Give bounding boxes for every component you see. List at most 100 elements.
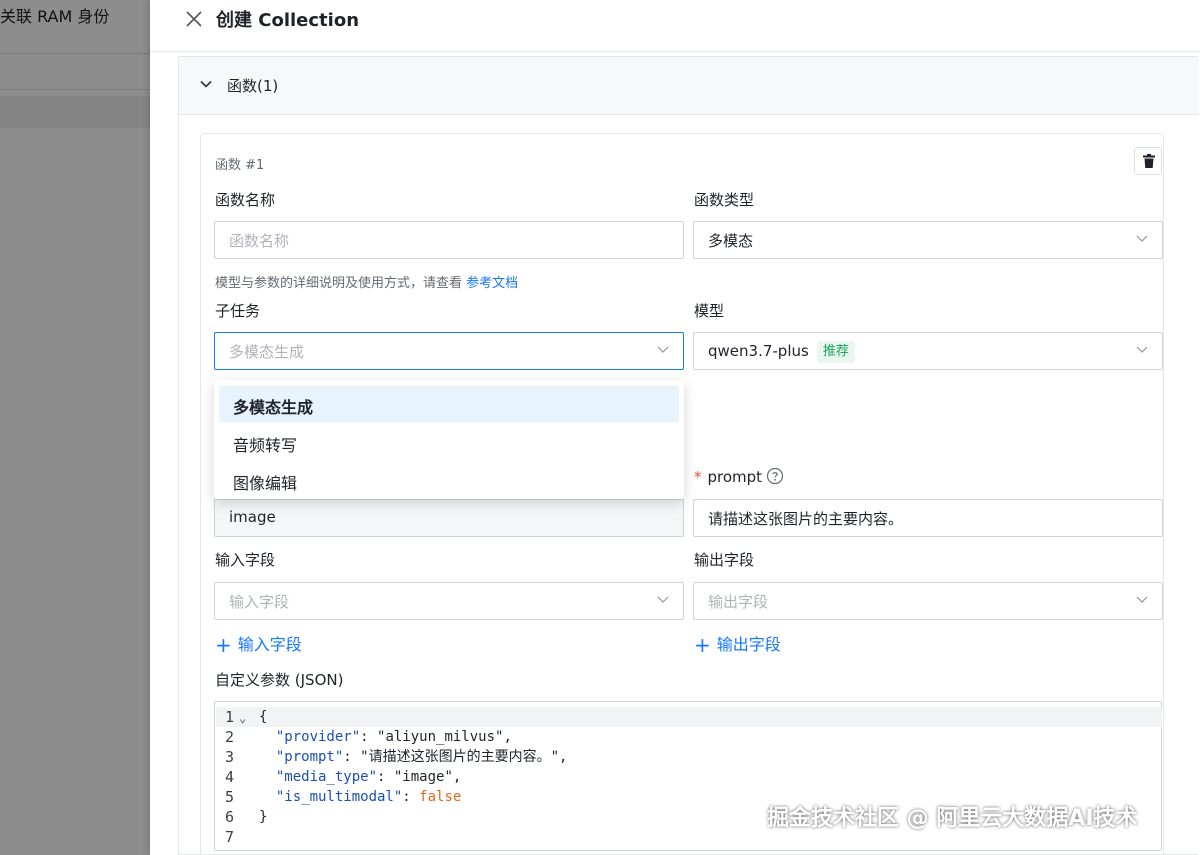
function-name-placeholder: 函数名称 [229,232,290,250]
json-string: "image" [393,769,453,785]
plus-icon: + [694,633,711,657]
function-type-label: 函数类型 [694,191,755,209]
docs-hint-text: 模型与参数的详细说明及使用方式，请查看 [215,276,463,291]
background-item-label: 关联 RAM 身份 [0,7,110,26]
option-label: 图像编辑 [233,474,298,493]
code-line: { [259,707,267,727]
subtask-placeholder: 多模态生成 [229,343,305,361]
add-input-field-label: 输入字段 [237,635,302,654]
delete-function-button[interactable] [1134,147,1162,175]
line-number: 2 [225,728,235,746]
required-mark: * [694,468,702,486]
watermark: 掘金技术社区 @ 阿里云大数据AI技术 [767,806,1138,831]
json-brace: { [259,709,268,725]
function-name-input[interactable]: 函数名称 [214,221,684,259]
json-key: "prompt" [275,749,344,765]
input-field-label: 输入字段 [215,551,276,569]
model-value-wrap: qwen3.7-plus 推荐 [708,341,855,363]
function-name-label: 函数名称 [215,191,276,209]
chevron-down-icon [1136,596,1148,603]
subtask-dropdown: 多模态生成 音频转写 图像编辑 [214,380,684,499]
function-card-title: 函数 #1 [215,158,265,173]
option-label: 音频转写 [233,436,298,455]
json-comma: , [559,749,568,765]
json-key: "media_type" [275,769,378,785]
model-label: 模型 [694,302,725,320]
add-input-field-button[interactable]: + 输入字段 [215,631,302,657]
media-type-value: image [229,508,276,526]
json-boolean: false [419,789,462,805]
help-icon[interactable] [766,467,784,485]
subtask-option-image-edit[interactable]: 图像编辑 [219,462,679,498]
background-row [0,54,150,90]
add-output-field-button[interactable]: + 输出字段 [694,631,781,657]
json-key: "is_multimodal" [275,789,403,805]
subtask-label: 子任务 [215,302,261,320]
line-number: 1 [225,708,235,726]
functions-section-header[interactable]: 函数(1) [179,57,1199,115]
code-line: "provider": "aliyun_milvus", [259,727,512,747]
json-sep: : [343,749,361,765]
model-value: qwen3.7-plus [708,342,809,360]
code-line: "is_multimodal": false [259,787,461,807]
chevron-down-icon [1136,235,1148,242]
add-output-field-label: 输出字段 [716,635,781,654]
media-type-field[interactable]: image [214,499,684,537]
input-field-placeholder: 输入字段 [229,593,290,611]
line-number: 7 [225,828,235,846]
prompt-value: 请描述这张图片的主要内容。 [708,510,904,528]
json-comma: , [503,729,512,745]
function-card: 函数 #1 函数名称 函数类型 函数名称 多模态 模型与参数的详细说明及使用方式… [200,133,1164,855]
chevron-down-icon [657,346,669,353]
chevron-down-icon [657,596,669,603]
output-field-select[interactable]: 输出字段 [693,582,1163,620]
subtask-option-multimodal[interactable]: 多模态生成 [219,386,679,422]
json-comma: , [452,769,462,785]
model-select[interactable]: qwen3.7-plus 推荐 [693,332,1163,370]
code-line: "prompt": "请描述这张图片的主要内容。", [259,747,568,767]
drawer-header: 创建 Collection [150,0,1200,52]
reference-docs-link[interactable]: 参考文档 [466,276,518,291]
json-key: "provider" [275,729,361,745]
plus-icon: + [215,633,232,657]
functions-section: 函数(1) 函数 #1 函数名称 函数类型 函数名称 多模态 模型与参数的详细说… [178,56,1199,855]
fold-chevron-icon[interactable]: ⌄ [239,711,246,725]
trash-icon [1143,154,1155,168]
input-field-select[interactable]: 输入字段 [214,582,684,620]
code-line: } [259,807,267,827]
background-row: 关联 RAM 身份 [0,0,150,54]
line-number: 4 [225,768,235,786]
json-sep: : [377,769,394,785]
function-type-value: 多模态 [708,232,754,250]
line-number: 6 [225,808,235,826]
functions-section-title: 函数(1) [227,77,279,95]
active-line-highlight [216,707,1162,727]
create-collection-drawer: 创建 Collection 函数(1) 函数 #1 函数名称 函数类型 函数名称 [150,0,1200,855]
recommended-badge: 推荐 [816,341,855,363]
option-label: 多模态生成 [233,398,314,417]
json-string: "请描述这张图片的主要内容。" [360,749,560,765]
line-number: 3 [225,748,235,766]
custom-params-label: 自定义参数 (JSON) [215,671,344,689]
function-type-select[interactable]: 多模态 [693,221,1163,259]
prompt-label-text: prompt [707,468,763,486]
json-sep: : [402,789,420,805]
output-field-label: 输出字段 [694,551,755,569]
close-icon[interactable] [184,9,204,29]
output-field-placeholder: 输出字段 [708,593,769,611]
drawer-title: 创建 Collection [216,10,360,31]
docs-hint: 模型与参数的详细说明及使用方式，请查看 参考文档 [215,272,518,291]
background-row [0,96,150,128]
line-number: 5 [225,788,235,806]
subtask-select[interactable]: 多模态生成 [214,332,684,370]
prompt-label: * prompt [694,467,784,486]
json-string: "aliyun_milvus" [377,729,504,745]
prompt-input[interactable]: 请描述这张图片的主要内容。 [693,499,1163,537]
chevron-down-icon[interactable] [199,77,213,91]
code-line: "media_type": "image", [259,767,461,787]
background-page: 关联 RAM 身份 [0,0,150,855]
chevron-down-icon [1136,346,1148,353]
json-brace: } [259,809,268,825]
subtask-option-audio[interactable]: 音频转写 [219,424,679,460]
json-sep: : [360,729,378,745]
